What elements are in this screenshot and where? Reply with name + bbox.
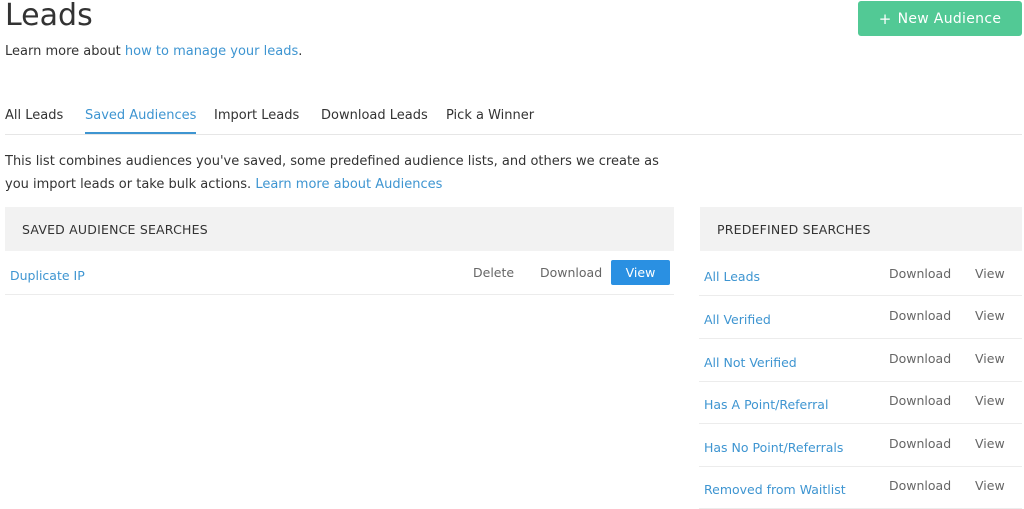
view-link[interactable]: View (975, 393, 1005, 408)
tab-download-leads[interactable]: Download Leads (321, 108, 428, 133)
predefined-row: All Not Verified Download View (699, 339, 1022, 382)
saved-search-name[interactable]: Duplicate IP (10, 268, 85, 283)
page-subtitle: Learn more about how to manage your lead… (5, 44, 302, 59)
subtitle-text: Learn more about (5, 44, 125, 59)
predefined-search-name[interactable]: Has No Point/Referrals (704, 440, 843, 455)
view-link[interactable]: View (975, 308, 1005, 323)
download-button[interactable]: Download (540, 265, 602, 280)
saved-searches-title: SAVED AUDIENCE SEARCHES (22, 221, 208, 237)
saved-searches-header: SAVED AUDIENCE SEARCHES (5, 207, 674, 251)
download-button[interactable]: Download (889, 266, 951, 281)
subtitle-suffix: . (298, 44, 303, 59)
plus-icon: + (878, 9, 892, 28)
download-button[interactable]: Download (889, 478, 951, 493)
delete-button[interactable]: Delete (473, 265, 514, 280)
predefined-search-name[interactable]: All Leads (704, 269, 760, 284)
predefined-row: Has No Point/Referrals Download View (699, 424, 1022, 467)
predefined-search-name[interactable]: All Verified (704, 312, 771, 327)
tab-bar: All Leads Saved Audiences Import Leads D… (5, 108, 1022, 135)
view-link[interactable]: View (975, 478, 1005, 493)
tab-import-leads[interactable]: Import Leads (214, 108, 299, 133)
predefined-row: All Leads Download View (699, 253, 1022, 296)
view-link[interactable]: View (975, 436, 1005, 451)
predefined-search-name[interactable]: All Not Verified (704, 355, 797, 370)
view-link[interactable]: View (975, 351, 1005, 366)
download-button[interactable]: Download (889, 393, 951, 408)
predefined-searches-header: PREDEFINED SEARCHES (700, 207, 1022, 251)
tab-all-leads[interactable]: All Leads (5, 108, 63, 133)
tab-saved-audiences[interactable]: Saved Audiences (85, 108, 197, 134)
predefined-search-name[interactable]: Removed from Waitlist (704, 482, 846, 497)
page-title: Leads (5, 0, 93, 33)
download-button[interactable]: Download (889, 308, 951, 323)
download-button[interactable]: Download (889, 436, 951, 451)
predefined-row: All Verified Download View (699, 296, 1022, 339)
saved-search-row: Duplicate IP Delete Download View (5, 252, 674, 295)
view-link[interactable]: View (975, 266, 1005, 281)
predefined-searches-title: PREDEFINED SEARCHES (717, 221, 871, 237)
predefined-row: Removed from Waitlist Download View (699, 466, 1022, 509)
new-audience-button[interactable]: + New Audience (858, 1, 1022, 36)
learn-more-audiences-link[interactable]: Learn more about Audiences (255, 177, 442, 192)
new-audience-label: New Audience (897, 10, 1002, 27)
view-button[interactable]: View (611, 260, 670, 285)
download-button[interactable]: Download (889, 351, 951, 366)
predefined-search-name[interactable]: Has A Point/Referral (704, 397, 828, 412)
audiences-description: This list combines audiences you've save… (5, 150, 675, 196)
manage-leads-link[interactable]: how to manage your leads (125, 44, 298, 59)
predefined-row: Has A Point/Referral Download View (699, 381, 1022, 424)
tab-pick-a-winner[interactable]: Pick a Winner (446, 108, 534, 133)
